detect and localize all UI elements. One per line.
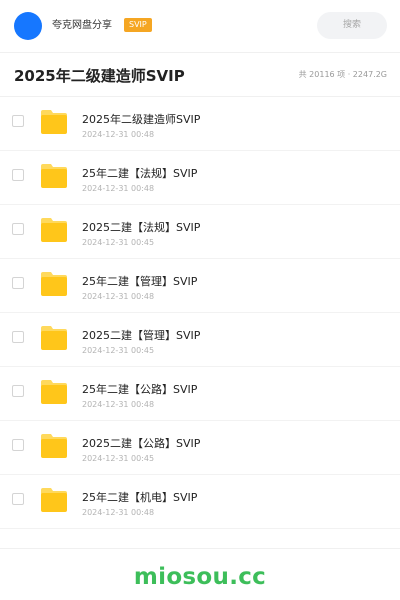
list-item[interactable]: 25年二建【公路】SVIP 2024-12-31 00:48 <box>0 367 400 421</box>
file-name: 25年二建【机电】SVIP <box>82 491 198 504</box>
list-item[interactable]: 2025年二级建造师SVIP 2024-12-31 00:48 <box>0 97 400 151</box>
folder-icon <box>40 379 68 405</box>
share-source-label: 夸克网盘分享 <box>52 20 112 31</box>
file-name: 2025二建【法规】SVIP <box>82 221 201 234</box>
file-date: 2024-12-31 00:48 <box>82 130 155 139</box>
file-date: 2024-12-31 00:45 <box>82 238 155 247</box>
select-checkbox[interactable] <box>12 493 24 505</box>
select-checkbox[interactable] <box>12 115 24 127</box>
file-name: 2025二建【公路】SVIP <box>82 437 201 450</box>
select-checkbox[interactable] <box>12 277 24 289</box>
share-page: 夸克网盘分享 SVIP 搜索 2025年二级建造师SVIP 共 20116 项 … <box>0 0 400 600</box>
file-name: 25年二建【公路】SVIP <box>82 383 198 396</box>
select-checkbox[interactable] <box>12 439 24 451</box>
site-watermark: miosou.cc <box>133 564 267 590</box>
search-placeholder: 搜索 <box>342 20 361 30</box>
select-checkbox[interactable] <box>12 385 24 397</box>
file-name: 2025二建【管理】SVIP <box>82 329 201 342</box>
list-item[interactable]: 25年二建【机电】SVIP 2024-12-31 00:48 <box>0 475 400 529</box>
file-name: 25年二建【法规】SVIP <box>82 167 198 180</box>
folder-icon <box>40 109 68 135</box>
list-item[interactable]: 2025二建【法规】SVIP 2024-12-31 00:45 <box>0 205 400 259</box>
avatar[interactable] <box>14 12 42 40</box>
page-title: 2025年二级建造师SVIP <box>14 67 185 85</box>
list-item[interactable]: 2025二建【公路】SVIP 2024-12-31 00:45 <box>0 421 400 475</box>
select-checkbox[interactable] <box>12 169 24 181</box>
list-item[interactable]: 2025二建【管理】SVIP 2024-12-31 00:45 <box>0 313 400 367</box>
file-date: 2024-12-31 00:45 <box>82 346 155 355</box>
file-name: 25年二建【管理】SVIP <box>82 275 198 288</box>
file-name: 2025年二级建造师SVIP <box>82 113 201 126</box>
svip-badge: SVIP <box>124 18 152 32</box>
list-item[interactable]: 25年二建【法规】SVIP 2024-12-31 00:48 <box>0 151 400 205</box>
file-date: 2024-12-31 00:48 <box>82 184 155 193</box>
footer-divider <box>0 548 400 549</box>
file-date: 2024-12-31 00:45 <box>82 454 155 463</box>
folder-icon <box>40 487 68 513</box>
folder-header: 2025年二级建造师SVIP 共 20116 项 · 2247.2G <box>0 52 400 97</box>
file-date: 2024-12-31 00:48 <box>82 292 155 301</box>
file-date: 2024-12-31 00:48 <box>82 508 155 517</box>
file-list: 2025年二级建造师SVIP 2024-12-31 00:48 25年二建【法规】S… <box>0 97 400 529</box>
list-item[interactable]: 25年二建【管理】SVIP 2024-12-31 00:48 <box>0 259 400 313</box>
folder-stats: 共 20116 项 · 2247.2G <box>298 70 387 79</box>
select-checkbox[interactable] <box>12 223 24 235</box>
folder-icon <box>40 217 68 243</box>
top-bar: 夸克网盘分享 SVIP 搜索 <box>0 0 400 53</box>
select-checkbox[interactable] <box>12 331 24 343</box>
file-date: 2024-12-31 00:48 <box>82 400 155 409</box>
folder-icon <box>40 163 68 189</box>
search-input[interactable]: 搜索 <box>317 12 387 39</box>
folder-icon <box>40 271 68 297</box>
folder-icon <box>40 433 68 459</box>
folder-icon <box>40 325 68 351</box>
